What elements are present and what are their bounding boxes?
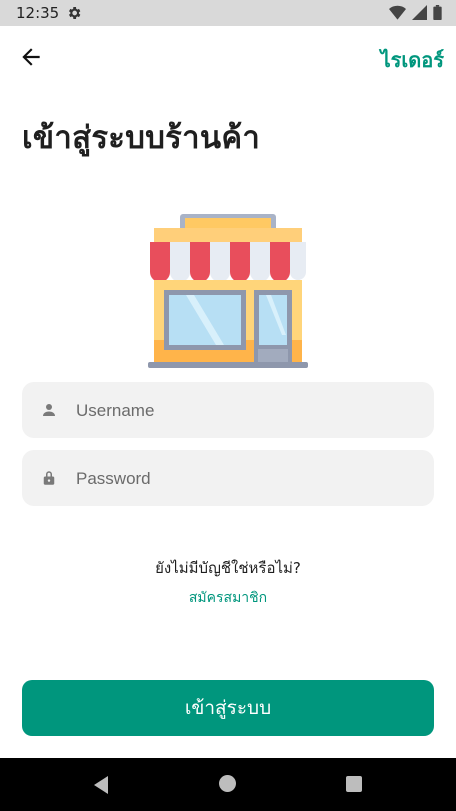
- person-icon: [43, 404, 55, 416]
- page-title: เข้าสู่ระบบร้านค้า: [22, 120, 261, 156]
- status-bar: 12:35: [0, 0, 456, 26]
- signal-icon: [412, 5, 427, 20]
- nav-recent-icon[interactable]: [346, 776, 362, 792]
- password-field[interactable]: [22, 450, 434, 508]
- wifi-icon: [389, 5, 406, 20]
- nav-home-icon[interactable]: [219, 775, 236, 792]
- username-field[interactable]: [22, 382, 434, 440]
- signup-link[interactable]: สมัครสมาชิก: [0, 587, 456, 609]
- no-account-prompt: ยังไม่มีบัญชีใช่หรือไม่?: [155, 559, 301, 577]
- login-button[interactable]: เข้าสู่ระบบ: [22, 680, 434, 736]
- app-bar: ไรเดอร์: [0, 26, 456, 88]
- password-input[interactable]: [74, 450, 418, 508]
- arrow-left-icon[interactable]: [18, 44, 44, 70]
- system-nav-bar: [0, 758, 456, 811]
- status-time: 12:35: [16, 4, 60, 22]
- gear-icon: [69, 7, 81, 19]
- battery-icon: [433, 5, 442, 20]
- nav-back-icon[interactable]: [92, 775, 110, 795]
- rider-button[interactable]: ไรเดอร์: [381, 44, 444, 76]
- lock-icon: [43, 471, 55, 485]
- username-input[interactable]: [74, 382, 418, 440]
- shop-illustration: [148, 214, 308, 368]
